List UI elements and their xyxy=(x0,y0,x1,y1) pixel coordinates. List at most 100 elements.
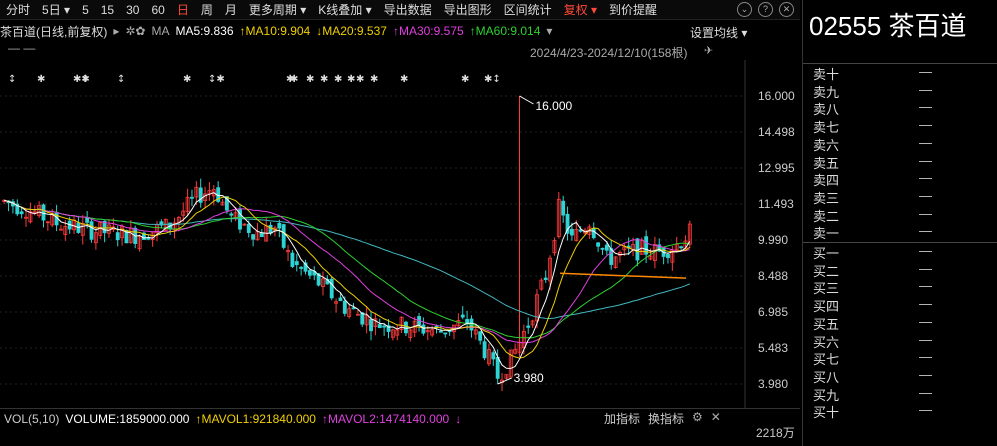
candle-body xyxy=(526,325,531,328)
toolbar-item-4[interactable]: 30 xyxy=(120,0,145,20)
candle-body xyxy=(290,252,295,267)
toolbar-item-1[interactable]: 5日 ▾ xyxy=(36,0,76,20)
ma30-value: ↑MA30:9.575 xyxy=(392,24,464,38)
sell-row: 卖一 — xyxy=(813,223,993,241)
pin-icon[interactable]: ✈ xyxy=(704,44,713,57)
order-level-label: 买四 xyxy=(813,299,840,315)
toolbar-item-0[interactable]: 分时 xyxy=(0,0,36,20)
buy-row: 买六 — xyxy=(813,332,993,350)
low-label: 3.980 xyxy=(514,371,544,385)
ma20-line xyxy=(4,199,690,344)
candle-body xyxy=(277,222,282,229)
mavol2-value: ↑MAVOL2:1474140.000 xyxy=(321,411,450,426)
toolbar-item-6[interactable]: 日 xyxy=(171,0,195,20)
order-level-value: — xyxy=(919,402,932,418)
candle-body xyxy=(355,313,360,316)
y-tick-label: 12.995 xyxy=(758,161,795,175)
sell-row: 卖六 — xyxy=(813,135,993,153)
indicator-buttons: 加指标 换指标 ⚙ ✕ xyxy=(604,410,721,427)
toolbar-item-10[interactable]: K线叠加 ▾ xyxy=(312,0,377,20)
candle-body xyxy=(604,244,609,251)
order-level-value: — xyxy=(919,366,932,382)
ma5-value: MA5:9.836 xyxy=(175,24,234,38)
candle-body xyxy=(294,261,299,266)
close-icon[interactable]: ✕ xyxy=(779,2,794,17)
candle-body xyxy=(482,341,487,359)
event-marker[interactable]: ↕ xyxy=(81,74,89,85)
toolbar-item-11[interactable]: 导出数据 xyxy=(378,0,438,20)
candle-body xyxy=(190,196,194,199)
event-marker[interactable]: ✱ xyxy=(306,74,314,85)
toolbar-item-3[interactable]: 15 xyxy=(95,0,120,20)
candle-body xyxy=(596,242,601,247)
more-icon[interactable]: ▾ xyxy=(546,24,552,38)
expand-icon[interactable]: ▸ xyxy=(113,24,119,38)
toolbar-item-5[interactable]: 60 xyxy=(145,0,170,20)
ma5-line xyxy=(4,192,691,369)
candle-body xyxy=(465,319,470,324)
event-marker[interactable]: ✱ xyxy=(461,74,469,85)
event-marker[interactable]: ↕ xyxy=(8,74,16,85)
event-marker[interactable]: ✱ xyxy=(347,74,355,85)
order-level-label: 卖六 xyxy=(813,137,840,153)
gear-icon[interactable]: ⚙ xyxy=(692,410,703,427)
buy-row: 买八 — xyxy=(813,366,993,385)
order-book-panel: 02555 茶百道 卖十 — 卖九 — 卖八 — 卖七 — 卖六 — 卖五 — 卖四 — 卖三 — 卖二 — 卖一 —… xyxy=(802,0,997,446)
buy-row: 买十 — xyxy=(813,402,993,421)
order-level-label: 买十 xyxy=(813,405,840,421)
event-marker[interactable]: ✱ xyxy=(334,74,342,85)
set-ma-button[interactable]: 设置均线 ▾ xyxy=(690,24,747,41)
sell-row: 卖九 — xyxy=(813,82,993,100)
event-marker[interactable]: ↕ xyxy=(117,74,125,85)
add-indicator-button[interactable]: 加指标 xyxy=(604,410,640,427)
order-level-label: 买一 xyxy=(813,246,840,261)
toolbar-item-14[interactable]: 复权 ▾ xyxy=(558,0,603,20)
sell-row: 卖八 — xyxy=(813,99,993,117)
change-indicator-button[interactable]: 换指标 xyxy=(648,410,684,427)
event-marker[interactable]: ✱↕ xyxy=(484,74,501,85)
event-marker[interactable]: ✱ xyxy=(37,74,45,85)
candle-body xyxy=(543,277,548,281)
toolbar-item-9[interactable]: 更多周期 ▾ xyxy=(243,0,312,20)
event-marker[interactable]: ✱ xyxy=(356,74,364,85)
order-level-value: — xyxy=(919,170,932,186)
candle-body xyxy=(369,319,373,332)
sell-row: 卖七 — xyxy=(813,117,993,136)
candle-body xyxy=(666,254,670,259)
toolbar-item-7[interactable]: 周 xyxy=(195,0,219,20)
event-marker[interactable]: ✱ xyxy=(400,74,408,85)
toolbar-item-15[interactable]: 到价提醒 xyxy=(603,0,663,20)
toolbar-item-12[interactable]: 导出图形 xyxy=(438,0,498,20)
order-level-label: 卖三 xyxy=(813,190,840,206)
collapse-icon[interactable]: ⌄ xyxy=(737,2,752,17)
gear-icon[interactable]: ✲✿ xyxy=(125,24,145,38)
toolbar-item-13[interactable]: 区间统计 xyxy=(498,0,558,20)
order-level-value: — xyxy=(919,313,932,329)
close-icon[interactable]: ✕ xyxy=(711,410,721,427)
date-range-label: 2024/4/23-2024/12/10(158根) xyxy=(530,46,688,60)
candle-body xyxy=(89,221,94,240)
ma-info-bar: 茶百道(日线,前复权) ▸ ✲✿ MA MA5:9.836 ↑MA10:9.90… xyxy=(0,22,800,40)
toolbar-item-2[interactable]: 5 xyxy=(76,0,95,20)
event-marker[interactable]: ✱ xyxy=(370,74,378,85)
event-marker[interactable]: ✱ xyxy=(290,74,298,85)
y-tick-label: 3.980 xyxy=(758,377,788,391)
vol-label: VOL(5,10) xyxy=(4,411,60,426)
help-icon[interactable]: ? xyxy=(758,2,773,17)
event-marker[interactable]: ✱ xyxy=(183,74,191,85)
volume-value: VOLUME:1859000.000 xyxy=(65,411,190,426)
candle-body xyxy=(421,324,426,334)
order-level-label: 买三 xyxy=(813,281,840,297)
event-marker[interactable]: ✱ xyxy=(320,74,328,85)
toolbar-item-8[interactable]: 月 xyxy=(219,0,243,20)
stock-name-label: 茶百道(日线,前复权) xyxy=(0,24,108,39)
kline-chart[interactable]: 16.000 14.498 12.995 11.493 9.990 8.488 6.985 5… xyxy=(0,60,800,408)
candle-body xyxy=(338,297,343,302)
y-tick-label: 16.000 xyxy=(758,89,795,103)
order-level-value: — xyxy=(919,243,932,258)
y-tick-label: 6.985 xyxy=(758,305,788,319)
event-marker[interactable]: ↕✱ xyxy=(208,74,225,85)
candle-body xyxy=(591,228,596,239)
order-level-label: 卖七 xyxy=(813,120,840,136)
order-level-label: 买二 xyxy=(813,263,840,279)
